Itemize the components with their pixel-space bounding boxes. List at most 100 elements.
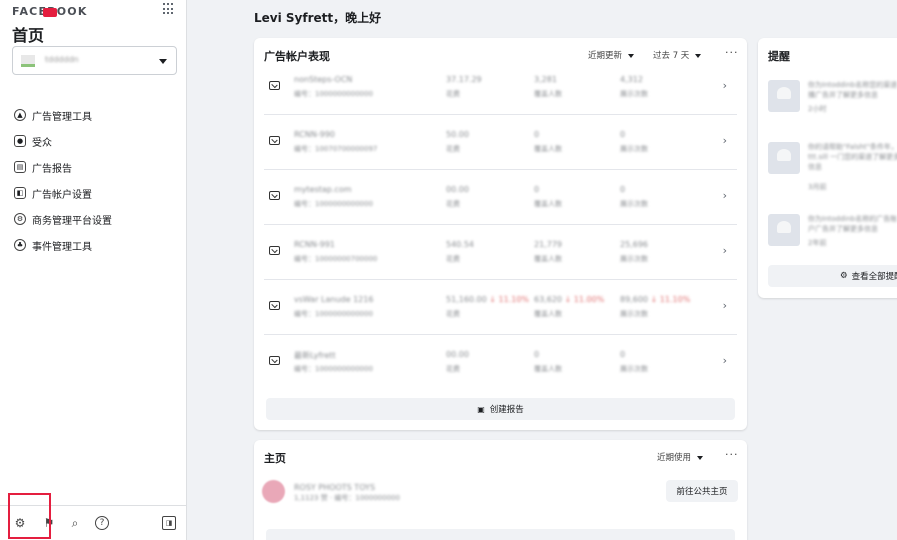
reminder-time: 2小时: [808, 105, 827, 113]
chevron-right-icon[interactable]: ›: [723, 244, 727, 257]
panel-toggle-icon[interactable]: ◨: [162, 516, 176, 530]
ad-account-row[interactable]: RCNN-991 编号：10000000700000 540.54 花费 21,…: [264, 225, 737, 280]
page-row: ROSY PHOOTS TOYS 1,1123 赞 · 编号：100000000…: [262, 480, 738, 506]
more-options-button[interactable]: ···: [725, 448, 739, 461]
account-name: 最新Lyfrett: [294, 351, 336, 360]
reminder-text: 你为Intoddinb名称的广告账户广告并了解更多信息: [808, 215, 897, 233]
sidebar: FACEBOOK 首页 tdddddn ▲广告管理工具 ●受众 ▤广告报告 ◧广…: [0, 0, 187, 540]
chevron-down-icon: [695, 53, 702, 58]
impressions-label: 展示次数: [620, 145, 648, 153]
sidebar-item-label: 广告帐户设置: [32, 189, 92, 201]
impressions-change: ↓ 11.10%: [650, 295, 691, 304]
account-id: 编号：10070700000097: [294, 145, 378, 153]
sidebar-item-business-settings[interactable]: ⚙ 商务管理平台设置: [14, 206, 112, 232]
spend-label: 花费: [446, 145, 460, 153]
ad-account-settings-icon: ◧: [14, 187, 26, 199]
page-name: ROSY PHOOTS TOYS: [294, 483, 376, 492]
pages-card: 主页 近期使用 ··· ROSY PHOOTS TOYS 1,1123 赞 · …: [254, 440, 747, 540]
view-all-label: 查看全部提醒: [851, 272, 897, 282]
chevron-right-icon[interactable]: ›: [723, 79, 727, 92]
sidebar-item-label: 受众: [32, 137, 52, 149]
ad-performance-card: 广告帐户表现 近期更新 过去 7 天 ··· nonSteps-OCN 编号：1…: [254, 38, 747, 430]
page-meta: 1,1123 赞 · 编号：1000000000: [294, 494, 400, 502]
spend-value: 00.00: [446, 185, 469, 194]
reach-value: 0: [534, 130, 540, 139]
spend-value: 540.54: [446, 240, 474, 249]
ad-account-row[interactable]: nonSteps-OCN 编号：1000000000000 37.17.29 花…: [264, 60, 737, 115]
pages-footer-button[interactable]: [266, 529, 735, 540]
sidebar-item-ad-report[interactable]: ▤ 广告报告: [14, 154, 112, 180]
sidebar-nav: ▲ 广告管理工具 ● 受众 ▤ 广告报告 ◧ 广告帐户设置 ⚙ 商务管理平台设置 ♣ 事件管…: [14, 102, 112, 258]
page-title: 首页: [12, 26, 45, 45]
sidebar-item-events-manager[interactable]: ♣ 事件管理工具: [14, 232, 112, 258]
more-options-button[interactable]: ···: [725, 46, 739, 59]
gear-icon: ⚙: [840, 271, 848, 281]
reminder-time: 2年前: [808, 239, 827, 247]
briefcase-icon: [269, 246, 280, 255]
spend-label: 花费: [446, 365, 460, 373]
impressions-value: 0: [620, 185, 626, 194]
impressions-value: 0: [620, 130, 626, 139]
impressions-label: 展示次数: [620, 255, 648, 263]
chevron-down-icon: [628, 53, 635, 58]
chevron-right-icon[interactable]: ›: [723, 299, 727, 312]
reminder-thumbnail: [768, 214, 800, 246]
view-all-reminders-button[interactable]: ⚙ 查看全部提醒: [768, 265, 897, 287]
page-avatar: [262, 480, 285, 503]
reminders-title: 提醒: [768, 50, 790, 63]
ad-account-row[interactable]: vsWar Lanude 1216 编号：1000000000000 51,16…: [264, 280, 737, 335]
sidebar-item-ads-manager[interactable]: ▲ 广告管理工具: [14, 102, 112, 128]
account-selector[interactable]: tdddddn: [12, 46, 177, 75]
account-name: RCNN-991: [294, 240, 335, 249]
sidebar-item-label: 商务管理平台设置: [32, 215, 112, 227]
impressions-label: 展示次数: [620, 310, 648, 318]
report-icon: ▣: [477, 404, 485, 414]
account-id: 编号：10000000700000: [294, 255, 378, 263]
chevron-right-icon[interactable]: ›: [723, 354, 727, 367]
search-icon[interactable]: ⌕: [68, 516, 82, 530]
goto-page-button[interactable]: 前往公共主页: [666, 480, 738, 502]
reach-value: 21,779: [534, 240, 562, 249]
impressions-value: 25,696: [620, 240, 648, 249]
impressions-value: 4,312: [620, 75, 643, 84]
briefcase-icon: [269, 191, 280, 200]
chevron-right-icon[interactable]: ›: [723, 134, 727, 147]
chevron-right-icon[interactable]: ›: [723, 189, 727, 202]
ad-account-row[interactable]: mytestap.com 编号：1000000000000 00.00 花费 0…: [264, 170, 737, 225]
sidebar-item-audience[interactable]: ● 受众: [14, 128, 112, 154]
spend-label: 花费: [446, 310, 460, 318]
pages-filter-dropdown[interactable]: 近期使用: [657, 451, 704, 463]
reach-label: 覆盖人数: [534, 365, 562, 373]
reach-value: 3,281: [534, 75, 557, 84]
briefcase-icon: [269, 81, 280, 90]
spend-value: 50.00: [446, 130, 469, 139]
greeting: Levi Syfrett，晚上好: [254, 11, 382, 25]
ads-manager-icon: ▲: [14, 109, 26, 121]
spend-value: 37.17.29: [446, 75, 482, 84]
ad-account-row[interactable]: RCNN-990 编号：10070700000097 50.00 花费 0 覆盖…: [264, 115, 737, 170]
chevron-down-icon: [159, 59, 167, 64]
account-id: 编号：1000000000000: [294, 90, 373, 98]
impressions-label: 展示次数: [620, 200, 648, 208]
pages-title: 主页: [264, 452, 286, 465]
reach-value: 63,620 ↓ 11.00%: [534, 295, 605, 304]
account-avatar-icon: [21, 55, 35, 67]
account-name: nonSteps-OCN: [294, 75, 353, 84]
account-name: mytestap.com: [294, 185, 352, 194]
sidebar-item-ad-account-settings[interactable]: ◧ 广告帐户设置: [14, 180, 112, 206]
account-name: RCNN-990: [294, 130, 335, 139]
business-settings-icon: ⚙: [14, 213, 26, 225]
create-report-button[interactable]: ▣ 创建报告: [266, 398, 735, 420]
spend-change: ↓ 11.10%: [489, 295, 530, 304]
account-id: 编号：1000000000000: [294, 200, 373, 208]
reach-label: 覆盖人数: [534, 200, 562, 208]
reminder-text: 你的请帮助"Falsht"条件年，1 ttt.sill 一门您的渠道了解更多信息: [808, 143, 897, 171]
help-icon[interactable]: ?: [95, 516, 109, 530]
ad-account-row[interactable]: 最新Lyfrett 编号：1000000000000 00.00 花费 0 覆盖…: [264, 335, 737, 390]
sidebar-item-label: 事件管理工具: [32, 241, 92, 253]
reminders-card: 提醒 你为Intoddinb名称您的渠道播广告并了解更多信息 2小时 你的请帮助…: [758, 38, 897, 298]
reach-value: 0: [534, 350, 540, 359]
reminder-thumbnail: [768, 80, 800, 112]
apps-grid-icon[interactable]: [163, 3, 175, 15]
reminder-thumbnail: [768, 142, 800, 174]
